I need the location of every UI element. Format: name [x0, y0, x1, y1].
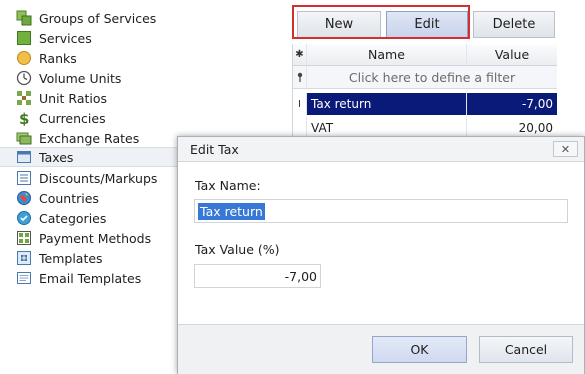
new-button-label: New [324, 17, 354, 32]
sidebar-item-label: Groups of Services [39, 10, 157, 26]
ok-button[interactable]: OK [372, 336, 467, 363]
tax-value-label: Tax Value (%) [195, 242, 280, 257]
currencies-icon: $ [15, 109, 33, 127]
row-name-cell[interactable]: Tax return [307, 93, 467, 115]
sidebar-item-label: Taxes [39, 149, 74, 165]
tax-value-field[interactable]: -7,00 [194, 264, 321, 288]
filter-pin-icon [293, 66, 307, 88]
sidebar-item-label: Currencies [39, 110, 106, 126]
filter-row[interactable]: Click here to define a filter [293, 66, 557, 89]
cancel-button-label: Cancel [504, 342, 548, 357]
categories-icon [15, 209, 33, 227]
filter-hint: Click here to define a filter [348, 69, 516, 85]
sidebar-item-label: Countries [39, 190, 99, 206]
close-glyph: ✕ [560, 142, 571, 156]
taxes-grid: ✱ Name Value Click here to define a filt… [292, 44, 557, 139]
new-button[interactable]: New [297, 11, 381, 38]
tax-name-label: Tax Name: [195, 178, 261, 193]
groups-of-services-icon [15, 9, 33, 27]
column-header-value-label: Value [494, 47, 530, 62]
edit-button-label: Edit [414, 17, 440, 32]
taxes-icon [15, 148, 33, 166]
column-header-value[interactable]: Value [467, 44, 557, 65]
sidebar-item-label: Unit Ratios [39, 90, 108, 106]
sidebar-item-label: Services [39, 30, 92, 46]
sidebar-item-label: Volume Units [39, 70, 122, 86]
dialog-footer: OK Cancel [178, 324, 584, 374]
column-header-name-label: Name [368, 47, 405, 62]
column-chooser-icon[interactable]: ✱ [293, 44, 307, 65]
sidebar-item-label: Exchange Rates [39, 130, 140, 146]
tax-name-field[interactable]: Tax return [194, 199, 568, 223]
svg-text:$: $ [19, 110, 29, 126]
close-icon[interactable]: ✕ [553, 141, 578, 157]
cancel-button[interactable]: Cancel [479, 336, 573, 363]
edit-tax-dialog: Edit Tax ✕ Tax Name: Tax return Tax Valu… [177, 136, 585, 374]
volume-units-icon [15, 69, 33, 87]
exchange-rates-icon [15, 129, 33, 147]
unit-ratios-icon [15, 89, 33, 107]
edit-cursor-icon: I [293, 93, 307, 115]
grid-header: ✱ Name Value [293, 44, 557, 66]
services-icon [15, 29, 33, 47]
email-templates-icon [15, 269, 33, 287]
sidebar-item-label: Categories [39, 210, 107, 226]
sidebar-item-label: Payment Methods [39, 230, 152, 246]
payment-methods-icon [15, 229, 33, 247]
delete-button-label: Delete [492, 17, 536, 32]
app-window: Groups of Services Services Ranks Volume Un… [0, 0, 585, 374]
dialog-title-bar[interactable]: Edit Tax [178, 137, 584, 162]
ok-button-label: OK [410, 342, 429, 357]
sidebar-item-label: Templates [39, 250, 103, 266]
column-header-name[interactable]: Name [307, 44, 467, 65]
templates-icon [15, 249, 33, 267]
ranks-icon [15, 49, 33, 67]
sidebar-item-label: Email Templates [39, 270, 142, 286]
edit-button[interactable]: Edit [386, 11, 468, 38]
sidebar: Groups of Services Services Ranks Volume Un… [0, 0, 585, 374]
toolbar: New Edit Delete [292, 6, 585, 40]
tax-name-value: Tax return [198, 202, 265, 220]
table-row[interactable]: I Tax return -7,00 [293, 93, 557, 115]
countries-icon [15, 189, 33, 207]
dialog-body: Tax Name: Tax return Tax Value (%) -7,00 [178, 163, 584, 323]
discounts-markups-icon [15, 169, 33, 187]
delete-button[interactable]: Delete [473, 11, 555, 38]
tax-value-value: -7,00 [284, 268, 317, 284]
dialog-title: Edit Tax [190, 141, 239, 157]
sidebar-item-label: Ranks [39, 50, 77, 66]
row-value-cell[interactable]: -7,00 [467, 93, 557, 115]
sidebar-item-label: Discounts/Markups [39, 170, 158, 186]
